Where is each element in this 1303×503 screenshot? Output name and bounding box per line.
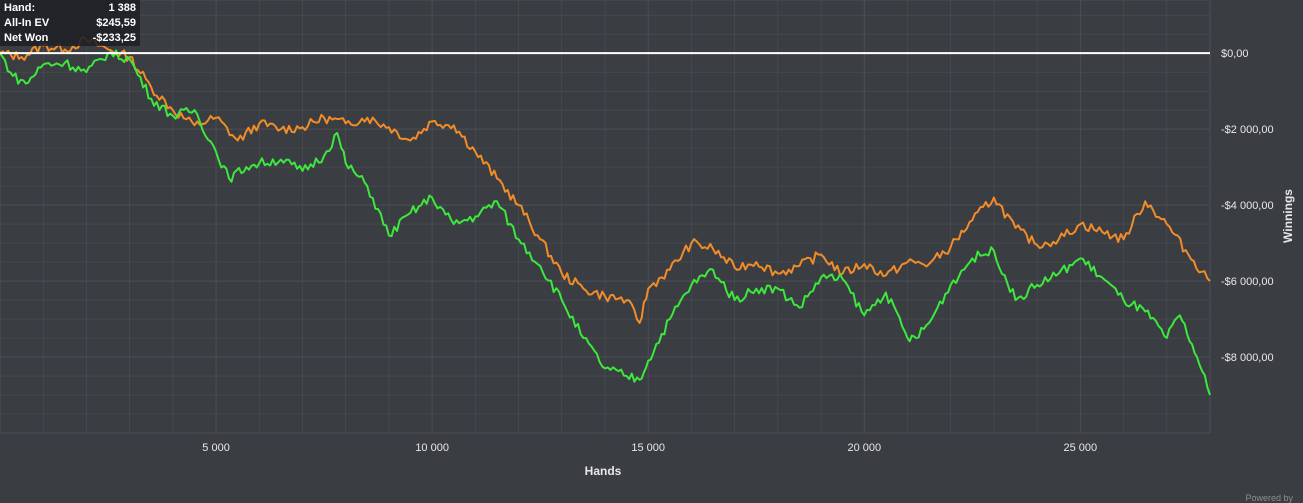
- y-tick-label: -$4 000,00: [1221, 200, 1274, 212]
- tooltip-ev-label: All-In EV: [4, 17, 50, 29]
- tooltip-hand-label: Hand:: [4, 2, 36, 14]
- x-tick-label: 10 000: [415, 442, 449, 454]
- tooltip-ev-row: All-In EV $245,59: [4, 17, 136, 32]
- powered-by-label: Powered by: [1245, 493, 1293, 503]
- x-tick-label: 5 000: [202, 442, 230, 454]
- y-tick-label: -$6 000,00: [1221, 276, 1274, 288]
- y-tick-label: -$8 000,00: [1221, 352, 1274, 364]
- x-tick-label: 20 000: [847, 442, 881, 454]
- y-tick-label: -$2 000,00: [1221, 124, 1274, 136]
- x-axis-label: Hands: [585, 464, 622, 478]
- x-tick-label: 15 000: [631, 442, 665, 454]
- tooltip-net-value: -$233,25: [92, 32, 136, 44]
- hover-tooltip: Hand: 1 388 All-In EV $245,59 Net Won -$…: [0, 0, 140, 46]
- y-tick-label: $0,00: [1221, 48, 1249, 60]
- y-axis-ticks: $0,00 -$2 000,00 -$4 000,00 -$6 000,00 -$8 0…: [1221, 48, 1274, 364]
- tooltip-ev-value: $245,59: [96, 17, 136, 29]
- winnings-chart: 5 000 10 000 15 000 20 000 25 000 $0,00 -$2 0…: [0, 0, 1295, 478]
- tooltip-net-row: Net Won -$233,25: [4, 32, 136, 47]
- tooltip-hand-row: Hand: 1 388: [4, 2, 136, 17]
- y-axis-label: Winnings: [1281, 189, 1295, 243]
- x-axis-ticks: 5 000 10 000 15 000 20 000 25 000: [202, 442, 1097, 454]
- tooltip-hand-value: 1 388: [108, 2, 136, 14]
- x-tick-label: 25 000: [1064, 442, 1098, 454]
- tooltip-net-label: Net Won: [4, 32, 49, 44]
